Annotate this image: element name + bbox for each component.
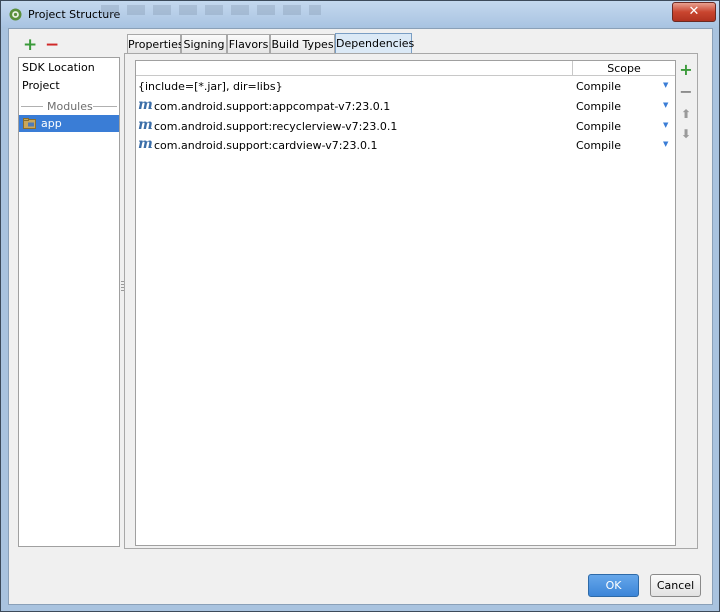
dependencies-table: Scope {include=[*.jar], dir=libs} Compil… — [135, 60, 676, 546]
structure-sidebar: SDK Location Project Modules app — [18, 57, 120, 547]
table-header: Scope — [136, 61, 675, 76]
project-structure-window: Project Structure ✕ + − SDK Location Pro… — [0, 0, 720, 612]
move-down-icon[interactable]: ⬇ — [677, 126, 695, 142]
title-bar[interactable]: Project Structure ✕ — [1, 1, 719, 27]
dropdown-arrow-icon[interactable]: ▼ — [663, 120, 671, 130]
background-menu-ghost — [101, 5, 321, 15]
modules-separator: Modules — [21, 100, 117, 113]
dependency-name: com.android.support:cardview-v7:23.0.1 — [154, 139, 378, 152]
scope-value[interactable]: Compile — [576, 120, 621, 133]
dependency-name: {include=[*.jar], dir=libs} — [138, 80, 283, 93]
sidebar-item-label: app — [41, 117, 62, 130]
android-studio-icon — [9, 8, 22, 21]
dependency-name: com.android.support:recyclerview-v7:23.0… — [154, 120, 398, 133]
tab-signing[interactable]: Signing — [181, 34, 227, 54]
table-row[interactable]: {include=[*.jar], dir=libs} Compile ▼ — [136, 77, 675, 96]
move-up-icon[interactable]: ⬆ — [677, 106, 695, 122]
tab-flavors[interactable]: Flavors — [227, 34, 270, 54]
maven-library-icon: m — [138, 136, 153, 152]
sidebar-item-sdk-location[interactable]: SDK Location — [22, 61, 95, 74]
remove-dependency-icon[interactable]: − — [677, 84, 695, 100]
maven-library-icon: m — [138, 97, 153, 113]
ok-button[interactable]: OK — [588, 574, 639, 597]
scope-value[interactable]: Compile — [576, 80, 621, 93]
sidebar-item-project[interactable]: Project — [22, 79, 60, 92]
separator-line-left — [21, 106, 43, 107]
module-folder-icon — [23, 118, 36, 129]
maven-library-icon: m — [138, 117, 153, 133]
add-dependency-icon[interactable]: + — [677, 62, 695, 78]
modules-header: Modules — [47, 100, 93, 113]
table-row[interactable]: m com.android.support:appcompat-v7:23.0.… — [136, 97, 675, 116]
dropdown-arrow-icon[interactable]: ▼ — [663, 100, 671, 110]
scope-value[interactable]: Compile — [576, 139, 621, 152]
table-row[interactable]: m com.android.support:recyclerview-v7:23… — [136, 117, 675, 136]
dropdown-arrow-icon[interactable]: ▼ — [663, 139, 671, 149]
table-row[interactable]: m com.android.support:cardview-v7:23.0.1… — [136, 136, 675, 155]
tab-build-types[interactable]: Build Types — [270, 34, 335, 54]
remove-icon[interactable]: − — [45, 37, 59, 54]
scope-value[interactable]: Compile — [576, 100, 621, 113]
dependencies-toolbar: + − ⬆ ⬇ — [677, 62, 695, 142]
close-button[interactable]: ✕ — [672, 2, 716, 22]
tab-properties[interactable]: Properties — [127, 34, 184, 54]
add-icon[interactable]: + — [23, 37, 37, 54]
dropdown-arrow-icon[interactable]: ▼ — [663, 80, 671, 90]
separator-line-right — [93, 106, 117, 107]
dependency-name: com.android.support:appcompat-v7:23.0.1 — [154, 100, 391, 113]
cancel-button[interactable]: Cancel — [650, 574, 701, 597]
sidebar-item-app[interactable]: app — [19, 115, 119, 132]
scope-column-header: Scope — [607, 62, 641, 75]
dialog-content: + − SDK Location Project Modules app Pro… — [8, 28, 713, 605]
dependencies-panel: Scope {include=[*.jar], dir=libs} Compil… — [124, 53, 698, 549]
tab-dependencies[interactable]: Dependencies — [335, 33, 414, 54]
